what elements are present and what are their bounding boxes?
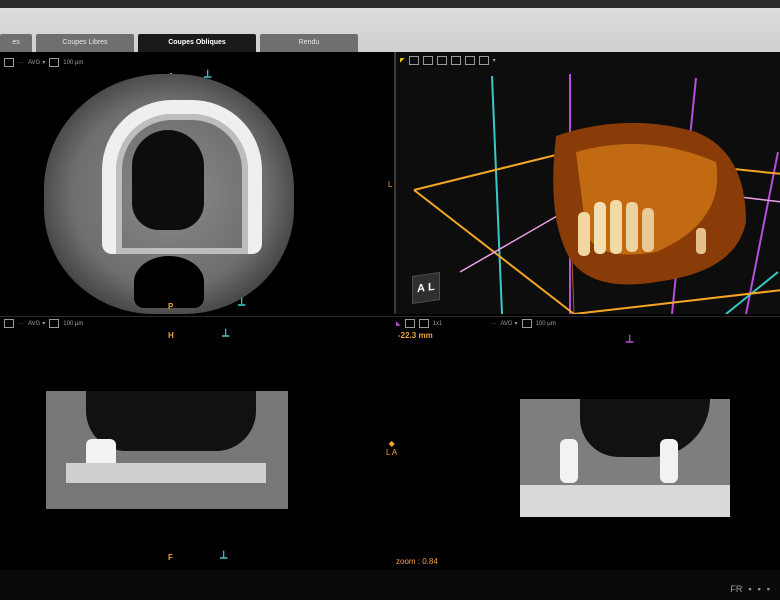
center-orientation: ◆ L A: [386, 439, 397, 457]
lower-right-toolbar: ◣ 1x1 ··· AVG ▾ 100 µm: [396, 319, 556, 328]
avg-select[interactable]: AVG ▾: [28, 320, 46, 328]
ratio-icon[interactable]: [418, 319, 429, 328]
orientation-head: H: [168, 331, 174, 340]
orientation-cube[interactable]: A L: [412, 272, 440, 304]
orientation-posterior: P: [168, 302, 174, 311]
system-taskbar: FR ▪ ▪ ▪: [730, 580, 780, 598]
cube-face-l: L: [428, 280, 435, 294]
separator: ···: [18, 320, 24, 327]
snapshot-icon[interactable]: [404, 319, 415, 328]
tab-previous[interactable]: es: [0, 34, 32, 52]
volume-icon[interactable]: ▪: [758, 584, 761, 594]
cyan-plane-line: [491, 75, 503, 314]
tabstrip: es Coupes Libres Coupes Obliques Rendu: [0, 34, 780, 52]
avg-select[interactable]: AVG ▾: [500, 320, 518, 328]
orientation-cross-icon: ◆: [388, 439, 395, 448]
palate-cavity: [132, 130, 204, 230]
left-orientation-marker: L: [388, 180, 393, 189]
ratio-label: 1x1: [432, 320, 443, 327]
avg-select-label: AVG: [28, 59, 41, 66]
thickness-icon[interactable]: [521, 319, 532, 328]
cross-section-viewport[interactable]: ··· AVG ▾ 100 µm ◣ 1x1 ··· AVG ▾ 100 µm …: [0, 316, 780, 570]
avg-select-label: AVG: [28, 320, 41, 327]
mandible-section: [520, 485, 730, 517]
slice-cyan-bottom-icon[interactable]: ⟂: [220, 549, 227, 562]
chevron-down-icon: ▾: [514, 321, 518, 327]
thickness-icon[interactable]: [49, 58, 60, 67]
avg-select[interactable]: AVG ▾: [28, 59, 46, 67]
network-icon[interactable]: ▪: [748, 584, 751, 594]
zoom-readout: zoom : 0.84: [396, 557, 438, 566]
monitor-top-bezel: [0, 0, 780, 8]
tab-bar: es Coupes Libres Coupes Obliques Rendu: [0, 8, 780, 52]
monitor-bottom-bezel: FR ▪ ▪ ▪: [0, 570, 780, 600]
layout-icon[interactable]: [4, 319, 14, 328]
axial-viewport[interactable]: ··· AVG ▾ 100 µm A ⟂ P ⟂: [0, 52, 392, 314]
flag-icon: ◣: [396, 321, 401, 327]
cross-section-image-right: [520, 399, 730, 517]
slice-cyan-marker-icon[interactable]: ⟂: [222, 327, 229, 340]
slice-magenta-marker-icon[interactable]: ⟂: [626, 333, 633, 346]
thickness-icon[interactable]: [49, 319, 60, 328]
slice-thickness: 100 µm: [63, 59, 84, 66]
slice-thickness: 100 µm: [63, 320, 84, 327]
slice-thickness: 100 µm: [535, 320, 556, 327]
tab-coupes-obliques[interactable]: Coupes Obliques: [138, 34, 256, 52]
cube-face-a: A: [417, 282, 425, 296]
alveolar-bone: [66, 463, 266, 483]
slice-cyan-bottom-icon[interactable]: ⟂: [238, 296, 245, 309]
language-indicator[interactable]: FR: [730, 584, 742, 594]
cross-section-image-left: [46, 391, 288, 509]
lower-left-toolbar: ··· AVG ▾ 100 µm: [4, 319, 83, 328]
screen: es Coupes Libres Coupes Obliques Rendu ·…: [0, 8, 780, 570]
orientation-foot: F: [168, 553, 173, 562]
clock-icon[interactable]: ▪: [767, 584, 770, 594]
render-3d-scene: [413, 74, 780, 314]
axial-ct-image: [44, 74, 294, 314]
avg-select-label: AVG: [500, 320, 513, 327]
layout-icon[interactable]: [4, 58, 14, 67]
chevron-down-icon: ▾: [42, 60, 46, 66]
tab-rendu[interactable]: Rendu: [260, 34, 358, 52]
separator: ···: [490, 320, 497, 327]
offset-readout: -22.3 mm: [398, 331, 433, 340]
separator: ···: [18, 59, 24, 66]
chevron-down-icon: ▾: [42, 321, 46, 327]
spine-shadow: [134, 256, 204, 308]
tab-coupes-libres[interactable]: Coupes Libres: [36, 34, 134, 52]
tooth-root: [660, 439, 678, 483]
axial-toolbar: ··· AVG ▾ 100 µm: [4, 58, 83, 67]
skull-3d-render: [553, 122, 746, 285]
sagittal-plane-line-3: [745, 151, 779, 314]
tooth-root: [560, 439, 578, 483]
render-3d-viewport[interactable]: ◤ ▾ L A L: [388, 52, 780, 314]
center-orientation-label: L A: [386, 448, 398, 457]
sinus-cavity: [580, 399, 710, 457]
